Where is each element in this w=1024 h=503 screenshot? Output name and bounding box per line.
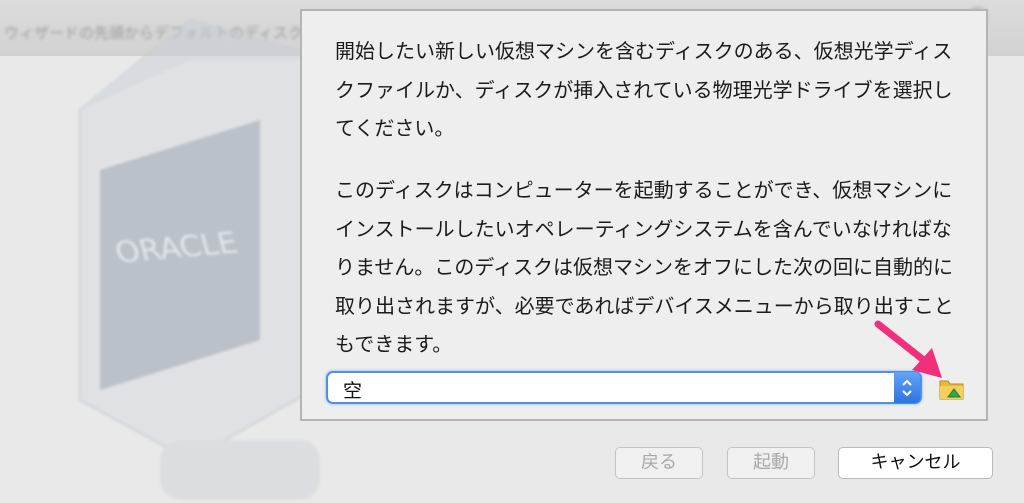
disk-select-value: 空 (343, 380, 363, 402)
instruction-text-select-disk: 開始したい新しい仮想マシンを含むディスクのある、仮想光学ディスクファイルか、ディ… (335, 39, 953, 140)
virtualbox-logo-icon: ORACLE (78, 18, 332, 500)
annotation-arrow-icon (874, 320, 942, 378)
cancel-button[interactable]: キャンセル (838, 447, 993, 479)
start-button[interactable]: 起動 (727, 447, 815, 479)
back-button[interactable]: 戻る (615, 447, 703, 479)
disk-select-dropdown[interactable]: 空 (326, 371, 922, 404)
